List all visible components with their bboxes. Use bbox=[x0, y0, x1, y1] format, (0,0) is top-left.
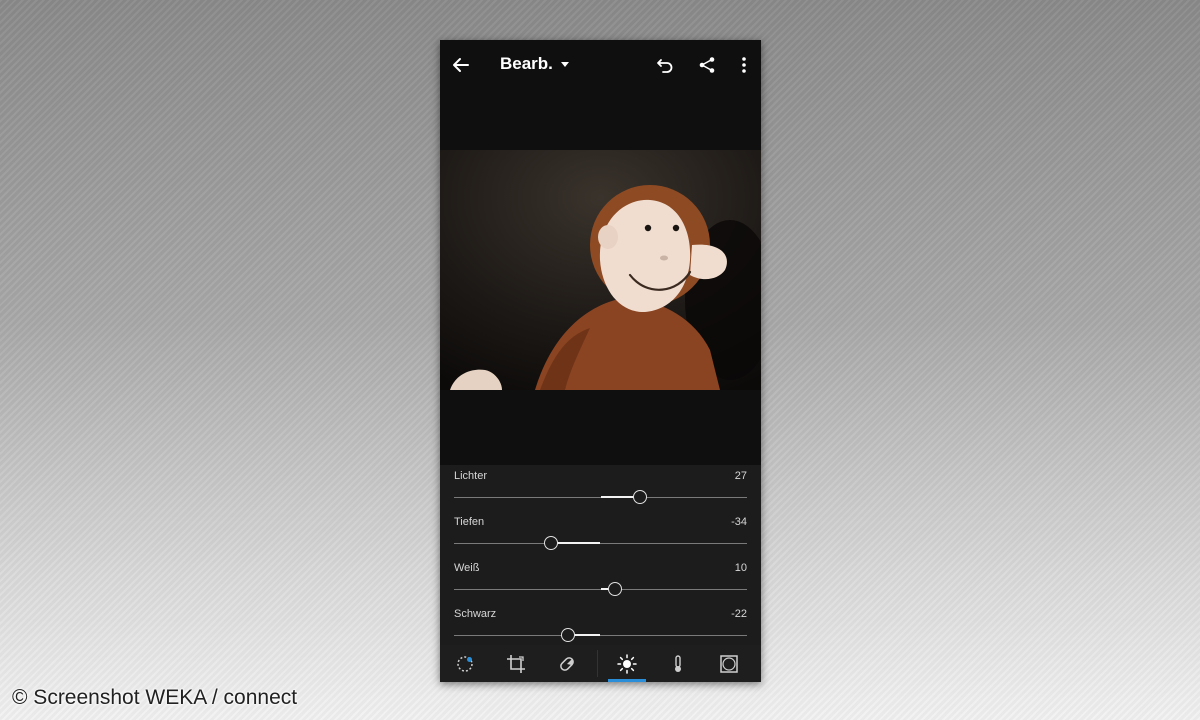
slider-label: Weiß bbox=[454, 562, 480, 574]
slider-label: Schwarz bbox=[454, 608, 497, 620]
tool-color[interactable] bbox=[667, 653, 689, 675]
adjustment-panel: Lichter 27 Tiefen -34 Weiß 10 Schwarz -2… bbox=[440, 465, 761, 645]
slider-highlights[interactable]: Lichter 27 bbox=[454, 470, 747, 514]
presets-icon bbox=[457, 656, 473, 672]
crop-icon bbox=[507, 655, 525, 673]
healing-icon bbox=[560, 657, 574, 671]
phone-screen: Bearb. Lichter 27 Tiefen -34 Weiß 10 Sch… bbox=[440, 40, 761, 682]
share-button[interactable] bbox=[693, 51, 721, 79]
back-button[interactable] bbox=[447, 51, 475, 79]
slider-label: Tiefen bbox=[454, 516, 485, 528]
slider-track[interactable] bbox=[454, 543, 747, 544]
edit-mode-dropdown[interactable]: Bearb. bbox=[500, 54, 569, 74]
slider-thumb[interactable] bbox=[608, 582, 623, 596]
copyright-watermark: © Screenshot WEKA / connect bbox=[12, 686, 298, 709]
top-app-bar: Bearb. bbox=[440, 40, 761, 90]
tool-effects[interactable] bbox=[718, 653, 740, 675]
light-icon bbox=[617, 654, 637, 674]
slider-thumb[interactable] bbox=[561, 628, 576, 642]
tool-healing[interactable] bbox=[556, 653, 578, 675]
toolbar-divider bbox=[597, 650, 598, 677]
slider-value: 27 bbox=[734, 470, 747, 482]
vignette-icon bbox=[720, 655, 738, 673]
slider-thumb[interactable] bbox=[633, 490, 648, 504]
slider-thumb[interactable] bbox=[543, 536, 558, 550]
slider-value: 10 bbox=[734, 562, 747, 574]
tool-light[interactable] bbox=[616, 653, 638, 675]
slider-fill bbox=[550, 542, 601, 544]
active-tool-indicator bbox=[608, 679, 646, 682]
slider-value: -34 bbox=[731, 516, 747, 528]
more-vertical-icon bbox=[742, 57, 746, 73]
slider-label: Lichter bbox=[454, 470, 488, 482]
share-icon bbox=[699, 57, 715, 73]
tool-presets[interactable] bbox=[454, 653, 476, 675]
undo-button[interactable] bbox=[651, 51, 679, 79]
slider-value: -22 bbox=[731, 608, 747, 620]
color-temperature-icon bbox=[675, 655, 681, 672]
more-options-button[interactable] bbox=[730, 51, 758, 79]
slider-whites[interactable]: Weiß 10 bbox=[454, 562, 747, 606]
slider-track[interactable] bbox=[454, 635, 747, 636]
bottom-toolbar bbox=[440, 645, 761, 682]
page-title: Bearb. bbox=[500, 54, 553, 73]
photo-image bbox=[440, 150, 761, 390]
caret-down-icon bbox=[560, 61, 569, 67]
tool-crop[interactable] bbox=[505, 653, 527, 675]
photo-preview bbox=[440, 150, 761, 390]
undo-icon bbox=[657, 59, 673, 73]
arrow-left-icon bbox=[453, 58, 469, 72]
slider-shadows[interactable]: Tiefen -34 bbox=[454, 516, 747, 560]
